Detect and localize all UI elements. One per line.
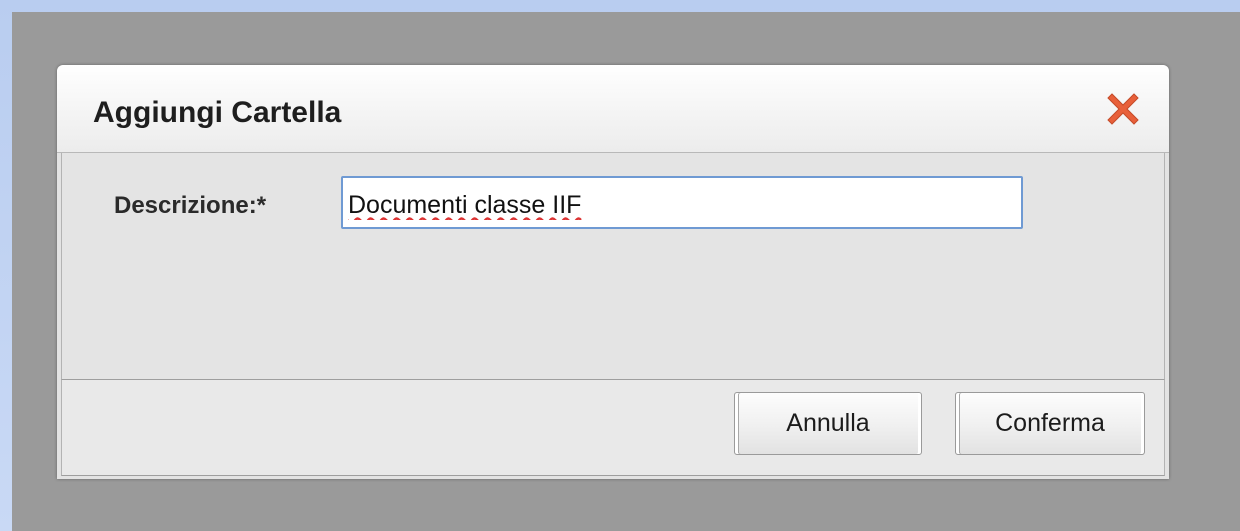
confirm-button[interactable]: Conferma [955, 392, 1145, 455]
dialog-body: Descrizione:* [61, 153, 1165, 380]
dialog-title: Aggiungi Cartella [93, 96, 342, 129]
cancel-button[interactable]: Annulla [734, 392, 922, 455]
add-folder-dialog: Aggiungi Cartella Descrizione:* Annulla … [57, 65, 1169, 479]
screen-background: Aggiungi Cartella Descrizione:* Annulla … [0, 0, 1240, 531]
dialog-titlebar: Aggiungi Cartella [57, 65, 1169, 153]
descrizione-label: Descrizione:* [114, 192, 267, 219]
descrizione-input[interactable] [341, 176, 1023, 229]
close-icon[interactable] [1101, 87, 1145, 131]
dialog-footer: Annulla Conferma [61, 380, 1165, 476]
